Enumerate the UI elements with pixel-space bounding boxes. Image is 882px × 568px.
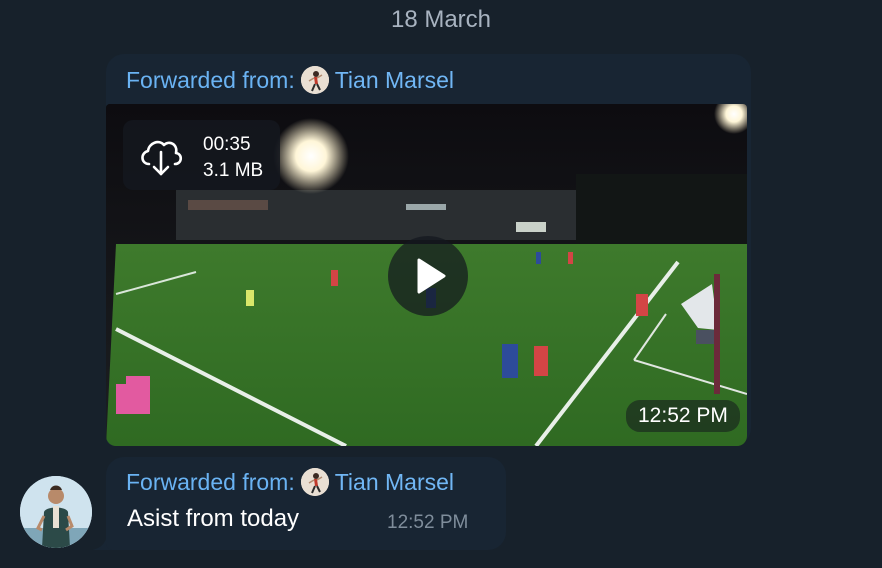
video-duration: 00:35 [203,134,251,155]
cloud-download-icon[interactable] [137,134,185,178]
date-separator: 18 March [390,6,492,33]
message-bubble-text[interactable]: Forwarded from: Tian Marsel Asist from t… [106,457,506,550]
forwarded-avatar[interactable] [300,468,329,496]
play-button[interactable] [388,236,468,316]
forwarded-label: Forwarded from: [126,66,295,93]
sender-avatar[interactable] [20,476,92,548]
forwarded-label: Forwarded from: [126,468,295,495]
forwarded-header[interactable]: Forwarded from: Tian Marsel [126,468,454,496]
forwarded-avatar[interactable] [300,66,329,94]
message-timestamp: 12:52 PM [387,512,469,533]
video-timestamp: 12:52 PM [626,400,740,432]
video-attachment[interactable]: 00:35 3.1 MB 12:52 PM [106,104,747,446]
download-overlay[interactable]: 00:35 3.1 MB [123,120,280,190]
message-text: Asist from today [127,505,300,532]
video-size: 3.1 MB [203,160,264,181]
forwarded-name[interactable]: Tian Marsel [335,469,454,496]
forwarded-header[interactable]: Forwarded from: Tian Marsel [126,66,454,94]
play-icon [417,258,446,294]
forwarded-name[interactable]: Tian Marsel [335,67,454,94]
